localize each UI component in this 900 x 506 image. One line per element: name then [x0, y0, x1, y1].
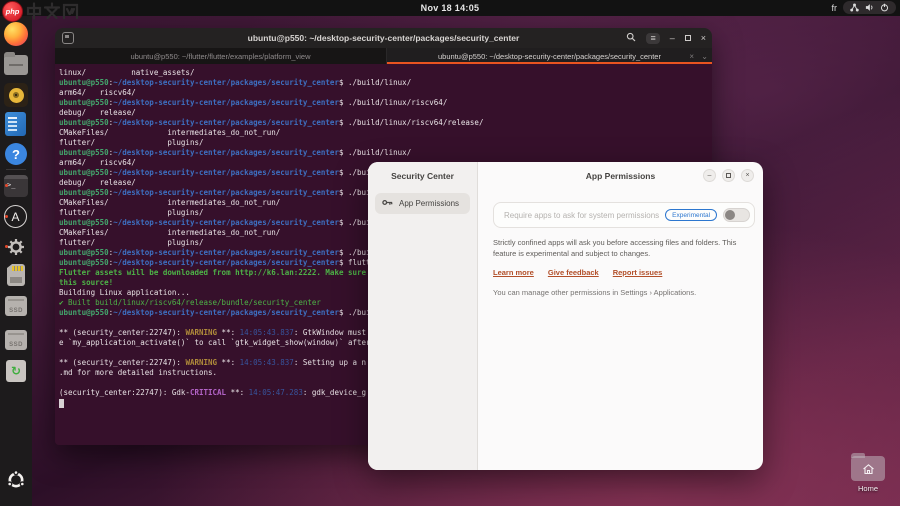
cjk-glyphs-icon: [25, 2, 79, 20]
dock-sdcard-icon[interactable]: [4, 263, 28, 287]
chevron-down-icon[interactable]: ⌄: [701, 52, 708, 61]
running-indicator: [5, 245, 8, 248]
experimental-badge: Experimental: [665, 209, 717, 221]
permissions-toggle[interactable]: [723, 208, 750, 222]
toggle-knob: [725, 210, 735, 220]
terminal-headerbar[interactable]: ubuntu@p550: ~/desktop-security-center/p…: [55, 28, 712, 48]
minimize-icon[interactable]: –: [703, 169, 716, 182]
links-row: Learn more Give feedback Report issues: [493, 268, 662, 277]
sidebar-title: Security Center: [368, 171, 477, 181]
terminal-line: ubuntu@p550:~/desktop-security-center/pa…: [59, 118, 712, 128]
system-tray[interactable]: fr: [832, 1, 897, 14]
close-icon[interactable]: ×: [741, 169, 754, 182]
dock-ssd-drive-icon[interactable]: SSD: [4, 294, 28, 318]
home-folder-icon: [851, 456, 885, 481]
running-indicator: [5, 184, 8, 187]
report-issues-link[interactable]: Report issues: [613, 268, 663, 277]
learn-more-link[interactable]: Learn more: [493, 268, 534, 277]
maximize-icon[interactable]: [722, 169, 735, 182]
dock-writer-icon[interactable]: [4, 112, 28, 136]
tab-close-icon[interactable]: ×: [689, 52, 694, 61]
terminal-title: ubuntu@p550: ~/desktop-security-center/p…: [55, 33, 712, 43]
security-center-main: App Permissions – × Require apps to ask …: [478, 162, 763, 470]
terminal-tabbar: ubuntu@p550: ~/flutter/flutter/examples/…: [55, 48, 712, 64]
running-indicator: [5, 215, 8, 218]
home-desktop-icon[interactable]: Home: [846, 456, 890, 493]
keyboard-layout-indicator[interactable]: fr: [832, 3, 838, 13]
dock-settings-icon[interactable]: [4, 235, 28, 259]
maximize-icon[interactable]: [685, 35, 691, 41]
volume-icon: [865, 3, 874, 12]
permission-label: Require apps to ask for system permissio…: [504, 211, 659, 220]
desktop: Nov 18 14:05 fr php 中文网 ? >_: [0, 0, 900, 506]
terminal-line: flutter/ plugins/: [59, 138, 712, 148]
terminal-line: ubuntu@p550:~/desktop-security-center/pa…: [59, 98, 712, 108]
new-tab-icon[interactable]: [62, 32, 74, 44]
dock-rhythmbox-icon[interactable]: [4, 83, 28, 107]
network-icon: [850, 3, 859, 12]
dock-trash-icon[interactable]: ↻: [4, 359, 28, 383]
power-icon: [880, 3, 889, 12]
dock-terminal-icon[interactable]: >_: [4, 174, 28, 198]
security-center-window: Security Center App Permissions App Perm…: [368, 162, 763, 470]
footnote-text: You can manage other permissions in Sett…: [493, 288, 696, 297]
tab-platform-view[interactable]: ubuntu@p550: ~/flutter/flutter/examples/…: [55, 48, 387, 64]
terminal-line: ubuntu@p550:~/desktop-security-center/pa…: [59, 148, 712, 158]
sidebar-item-label: App Permissions: [399, 199, 459, 208]
dock-ssd-drive-2-icon[interactable]: SSD: [4, 328, 28, 352]
php-logo-icon: php: [2, 1, 23, 22]
security-center-headerbar[interactable]: App Permissions – ×: [478, 162, 763, 190]
clock[interactable]: Nov 18 14:05: [421, 3, 480, 13]
menu-icon[interactable]: ≡: [646, 33, 659, 44]
terminal-line: ubuntu@p550:~/desktop-security-center/pa…: [59, 78, 712, 88]
sidebar-item-app-permissions[interactable]: App Permissions: [375, 193, 470, 214]
dock-show-apps-icon[interactable]: [4, 468, 28, 492]
dock-help-icon[interactable]: ?: [4, 142, 28, 166]
terminal-line: linux/ native_assets/: [59, 68, 712, 78]
tab-security-center[interactable]: ubuntu@p550: ~/desktop-security-center/p…: [387, 48, 712, 64]
terminal-line: arm64/ riscv64/: [59, 88, 712, 98]
top-bar: Nov 18 14:05 fr: [0, 0, 900, 16]
dock-firefox-icon[interactable]: [4, 22, 28, 46]
php-watermark: php 中文网: [2, 0, 79, 22]
home-label: Home: [846, 484, 890, 493]
dock-separator: [6, 169, 26, 170]
dock: ? >_ A SSD SSD ↻: [0, 16, 32, 506]
tab-label: ubuntu@p550: ~/desktop-security-center/p…: [438, 52, 661, 61]
ubuntu-logo-icon: [4, 468, 28, 492]
minimize-icon[interactable]: –: [670, 34, 675, 43]
dock-app-center-icon[interactable]: A: [4, 205, 28, 229]
search-icon[interactable]: [626, 29, 636, 47]
give-feedback-link[interactable]: Give feedback: [548, 268, 599, 277]
close-icon[interactable]: ×: [701, 34, 706, 43]
terminal-line: debug/ release/: [59, 108, 712, 118]
permission-card: Require apps to ask for system permissio…: [493, 202, 755, 228]
security-center-sidebar: Security Center App Permissions: [368, 162, 478, 470]
status-menu[interactable]: [843, 1, 896, 14]
terminal-line: CMakeFiles/ intermediates_do_not_run/: [59, 128, 712, 138]
key-icon: [382, 198, 393, 209]
dock-files-icon[interactable]: [4, 53, 28, 77]
description-text: Strictly confined apps will ask you befo…: [493, 238, 749, 260]
